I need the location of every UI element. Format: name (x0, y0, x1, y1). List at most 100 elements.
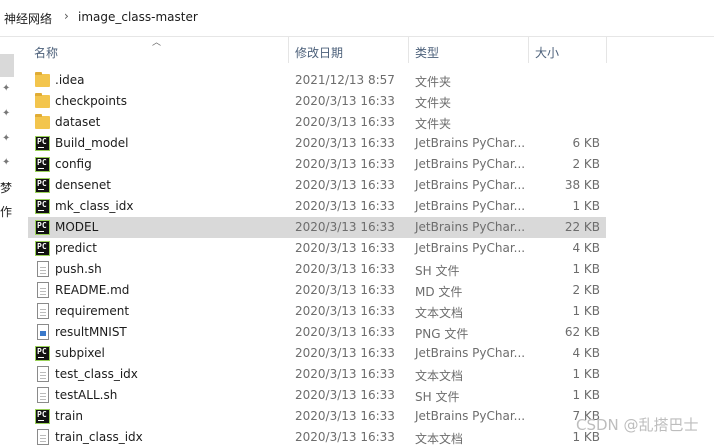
file-row[interactable]: train_class_idx 2020/3/13 16:33 文本文档 1 KB (28, 427, 606, 448)
nav-item-partial[interactable]: 梦 (0, 179, 12, 196)
navigation-pane: ✦ ✦ ✦ ✦ 梦 作 (0, 37, 16, 444)
file-type: 文本文档 (415, 306, 464, 320)
file-date: 2020/3/13 16:33 (295, 241, 395, 255)
file-icon (37, 282, 49, 298)
file-type: 文件夹 (415, 117, 452, 131)
file-size: 38 KB (564, 178, 600, 192)
file-icon (37, 387, 49, 403)
file-date: 2020/3/13 16:33 (295, 283, 395, 297)
column-header: ︿ 名称 修改日期 类型 大小 (28, 37, 714, 63)
pin-icon: ✦ (2, 157, 11, 168)
file-date: 2020/3/13 16:33 (295, 262, 395, 276)
column-header-type[interactable]: 类型 (415, 44, 439, 61)
breadcrumb-item-current[interactable]: image_class-master (78, 10, 198, 24)
file-name: testALL.sh (55, 388, 118, 402)
pycharm-icon (35, 409, 50, 424)
file-type: JetBrains PyChar... (415, 178, 526, 192)
nav-selected-item[interactable] (0, 54, 14, 77)
file-row[interactable]: train2020/3/13 16:33JetBrains PyChar...7… (28, 406, 606, 427)
pycharm-icon (35, 157, 50, 172)
file-row[interactable]: dataset 2020/3/13 16:33 文件夹 (28, 112, 606, 133)
pycharm-icon (35, 199, 50, 214)
file-row[interactable]: requirement 2020/3/13 16:33 文本文档 1 KB (28, 301, 606, 322)
file-type: JetBrains PyChar... (415, 199, 526, 213)
file-size: 1 KB (572, 262, 600, 276)
chevron-right-icon[interactable]: › (64, 9, 69, 23)
file-row[interactable]: MODEL 2020/3/13 16:33 JetBrains PyChar... 2… (28, 217, 606, 238)
file-name: requirement (55, 304, 130, 318)
file-row[interactable]: densenet 2020/3/13 16:33 JetBrains PyChar.… (28, 175, 606, 196)
file-row[interactable]: config 2020/3/13 16:33 JetBrains PyChar...… (28, 154, 606, 175)
breadcrumb: 神经网络 › image_class-master (0, 0, 714, 37)
file-size: 22 KB (564, 220, 600, 234)
file-row[interactable]: predict 2020/3/13 16:33 JetBrains PyChar..… (28, 238, 606, 259)
file-row[interactable]: README.md 2020/3/13 16:33 MD 文件 2 KB (28, 280, 606, 301)
file-date: 2021/12/13 8:57 (295, 73, 395, 87)
pin-icon: ✦ (2, 83, 11, 94)
file-row[interactable]: checkpoints 2020/3/13 16:33 文件夹 (28, 91, 606, 112)
file-date: 2020/3/13 16:33 (295, 199, 395, 213)
file-row[interactable]: Build_model 2020/3/13 16:33 JetBrains PyCh… (28, 133, 606, 154)
file-type: JetBrains PyChar... (415, 220, 526, 234)
file-type: JetBrains PyChar... (415, 409, 526, 423)
file-row[interactable]: push.sh 2020/3/13 16:33 SH 文件 1 KB (28, 259, 606, 280)
file-name: mk_class_idx (55, 199, 134, 213)
file-name: Build_model (55, 136, 129, 150)
column-header-size[interactable]: 大小 (535, 44, 559, 61)
file-row[interactable]: testALL.sh 2020/3/13 16:33 SH 文件 1 KB (28, 385, 606, 406)
file-name: subpixel (55, 346, 105, 360)
file-type: PNG 文件 (415, 327, 469, 341)
file-date: 2020/3/13 16:33 (295, 430, 395, 444)
file-name: checkpoints (55, 94, 127, 108)
file-size: 62 KB (564, 325, 600, 339)
file-size: 2 KB (572, 157, 600, 171)
text-file-icon (37, 429, 49, 445)
file-type: 文本文档 (415, 369, 464, 383)
file-name: push.sh (55, 262, 102, 276)
file-name: MODEL (55, 220, 99, 234)
file-date: 2020/3/13 16:33 (295, 367, 395, 381)
column-header-name[interactable]: 名称 (34, 44, 58, 61)
file-row[interactable]: subpixel 2020/3/13 16:33 JetBrains PyChar.… (28, 343, 606, 364)
file-name: resultMNIST (55, 325, 127, 339)
file-date: 2020/3/13 16:33 (295, 304, 395, 318)
column-divider[interactable] (528, 37, 529, 63)
file-date: 2020/3/13 16:33 (295, 220, 395, 234)
file-name: densenet (55, 178, 111, 192)
file-name: .idea (55, 73, 85, 87)
column-divider[interactable] (408, 37, 409, 63)
file-type: JetBrains PyChar... (415, 241, 526, 255)
file-type: 文件夹 (415, 96, 452, 110)
file-size: 1 KB (572, 388, 600, 402)
pin-icon: ✦ (2, 108, 11, 119)
file-row[interactable]: mk_class_idx 2020/3/13 16:33 JetBrains PyC… (28, 196, 606, 217)
file-name: config (55, 157, 92, 171)
folder-icon (35, 93, 50, 108)
file-date: 2020/3/13 16:33 (295, 157, 395, 171)
file-row[interactable]: test_class_idx 2020/3/13 16:33 文本文档 1 KB (28, 364, 606, 385)
file-size: 1 KB (572, 199, 600, 213)
file-type: JetBrains PyChar... (415, 136, 526, 150)
pycharm-icon (35, 241, 50, 256)
file-date: 2020/3/13 16:33 (295, 409, 395, 423)
nav-item-partial[interactable]: 作 (0, 203, 12, 220)
column-divider[interactable] (606, 37, 607, 63)
file-type: JetBrains PyChar... (415, 157, 526, 171)
column-divider[interactable] (288, 37, 289, 63)
breadcrumb-item-parent[interactable]: 神经网络 (4, 10, 52, 27)
file-type: 文本文档 (415, 432, 464, 446)
file-row[interactable]: .idea 2021/12/13 8:57 文件夹 (28, 70, 606, 91)
file-row[interactable]: resultMNIST 2020/3/13 16:33 PNG 文件 62 KB (28, 322, 606, 343)
file-size: 1 KB (572, 304, 600, 318)
text-file-icon (37, 303, 49, 319)
file-size: 4 KB (572, 241, 600, 255)
file-type: JetBrains PyChar... (415, 346, 526, 360)
file-date: 2020/3/13 16:33 (295, 178, 395, 192)
pycharm-icon (35, 136, 50, 151)
folder-icon (35, 72, 50, 87)
column-header-date[interactable]: 修改日期 (295, 44, 343, 61)
file-name: train_class_idx (55, 430, 143, 444)
file-date: 2020/3/13 16:33 (295, 136, 395, 150)
file-type: SH 文件 (415, 264, 460, 278)
file-name: README.md (55, 283, 130, 297)
